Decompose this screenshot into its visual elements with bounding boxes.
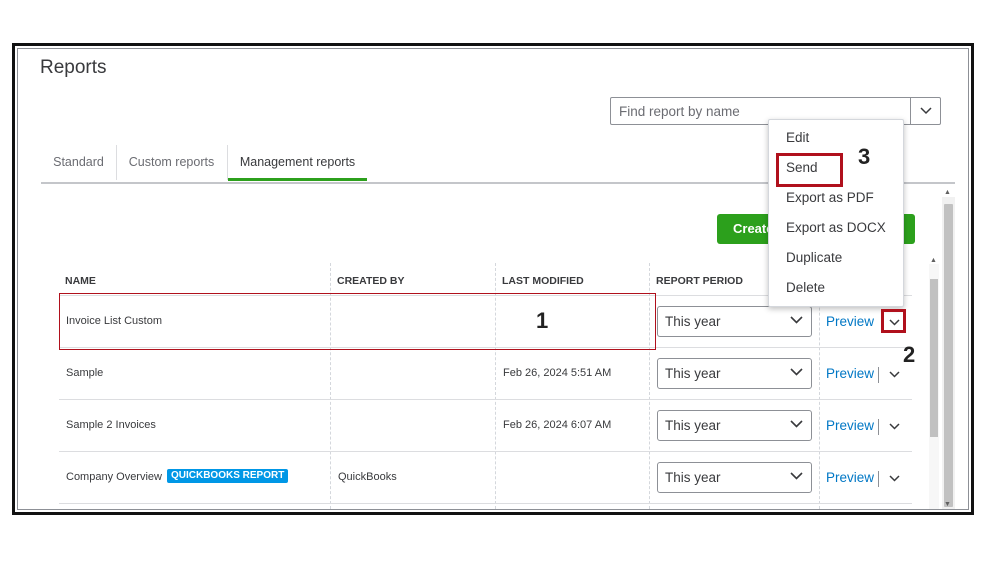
chevron-down-icon	[790, 420, 803, 428]
page-scrollbar-thumb[interactable]	[944, 204, 953, 507]
annotation-number-2: 2	[903, 342, 916, 367]
last-modified	[496, 452, 503, 503]
created-by	[331, 348, 338, 399]
row-actions-dropdown[interactable]	[887, 472, 901, 484]
row-actions-dropdown[interactable]	[887, 368, 901, 380]
table-scrollbar-thumb[interactable]	[930, 279, 938, 437]
chevron-down-icon	[888, 474, 900, 482]
separator	[878, 367, 879, 383]
created-by	[331, 400, 338, 451]
preview-link[interactable]: Preview	[826, 400, 874, 451]
scroll-up-arrow-icon[interactable]: ▲	[944, 189, 951, 196]
tab-management-reports[interactable]: Management reports	[228, 145, 367, 181]
chevron-down-icon	[888, 422, 900, 430]
report-period-value: This year	[665, 418, 721, 433]
annotation-number-3: 3	[858, 144, 871, 169]
annotation-highlight-dropdown	[881, 309, 906, 333]
tab-standard[interactable]: Standard	[41, 145, 117, 180]
report-period-value: This year	[665, 366, 721, 381]
scroll-up-arrow-icon[interactable]: ▲	[930, 257, 937, 264]
annotation-highlight-row	[59, 293, 656, 350]
page-title: Reports	[40, 57, 107, 78]
chevron-down-icon	[790, 472, 803, 480]
report-period-select[interactable]: This year	[657, 462, 812, 493]
report-name[interactable]: Company Overview QUICKBOOKS REPORT	[59, 452, 289, 503]
menu-item-duplicate[interactable]: Duplicate	[786, 248, 842, 268]
report-period-value: This year	[665, 470, 721, 485]
separator	[878, 419, 879, 435]
header-name: NAME	[65, 275, 96, 287]
report-period-select[interactable]: This year	[657, 358, 812, 389]
header-report-period: REPORT PERIOD	[656, 275, 743, 287]
header-last-modified: LAST MODIFIED	[502, 275, 584, 287]
annotation-highlight-send	[776, 153, 843, 187]
chevron-down-icon	[888, 370, 900, 378]
menu-item-edit[interactable]: Edit	[786, 128, 809, 148]
chevron-down-icon	[790, 368, 803, 376]
preview-link[interactable]: Preview	[826, 348, 874, 399]
row-actions-menu: Edit Send Export as PDF Export as DOCX D…	[768, 119, 904, 307]
last-modified: Feb 26, 2024 5:51 AM	[503, 367, 612, 379]
menu-item-export-pdf[interactable]: Export as PDF	[786, 188, 874, 208]
table-row: Sample 2 Invoices Feb 26, 2024 6:07 AM T…	[59, 400, 912, 452]
quickbooks-report-badge: QUICKBOOKS REPORT	[166, 469, 289, 484]
search-dropdown-button[interactable]	[910, 98, 940, 124]
report-name-text: Company Overview	[66, 471, 162, 483]
report-period-select[interactable]: This year	[657, 306, 812, 337]
created-by: QuickBooks	[338, 471, 397, 483]
menu-item-export-docx[interactable]: Export as DOCX	[786, 218, 886, 238]
reports-page: Reports Standard Custom reports Manageme…	[17, 48, 969, 510]
report-name[interactable]: Sample	[59, 348, 103, 399]
tab-custom-reports[interactable]: Custom reports	[116, 145, 228, 180]
chevron-down-icon	[919, 107, 932, 115]
scroll-down-arrow-icon[interactable]: ▼	[944, 501, 951, 508]
header-created-by: CREATED BY	[337, 275, 405, 287]
table-row: Company Overview QUICKBOOKS REPORT QuickB…	[59, 452, 912, 504]
report-name[interactable]: Sample 2 Invoices	[59, 400, 156, 451]
menu-item-delete[interactable]: Delete	[786, 278, 825, 298]
row-actions-dropdown[interactable]	[887, 420, 901, 432]
chevron-down-icon	[790, 316, 803, 324]
last-modified: Feb 26, 2024 6:07 AM	[503, 419, 612, 431]
annotation-number-1: 1	[536, 308, 549, 333]
preview-link[interactable]: Preview	[826, 452, 874, 503]
report-period-select[interactable]: This year	[657, 410, 812, 441]
separator	[878, 471, 879, 487]
report-period-value: This year	[665, 314, 721, 329]
table-row: Sample Feb 26, 2024 5:51 AM This year Pr…	[59, 348, 912, 400]
